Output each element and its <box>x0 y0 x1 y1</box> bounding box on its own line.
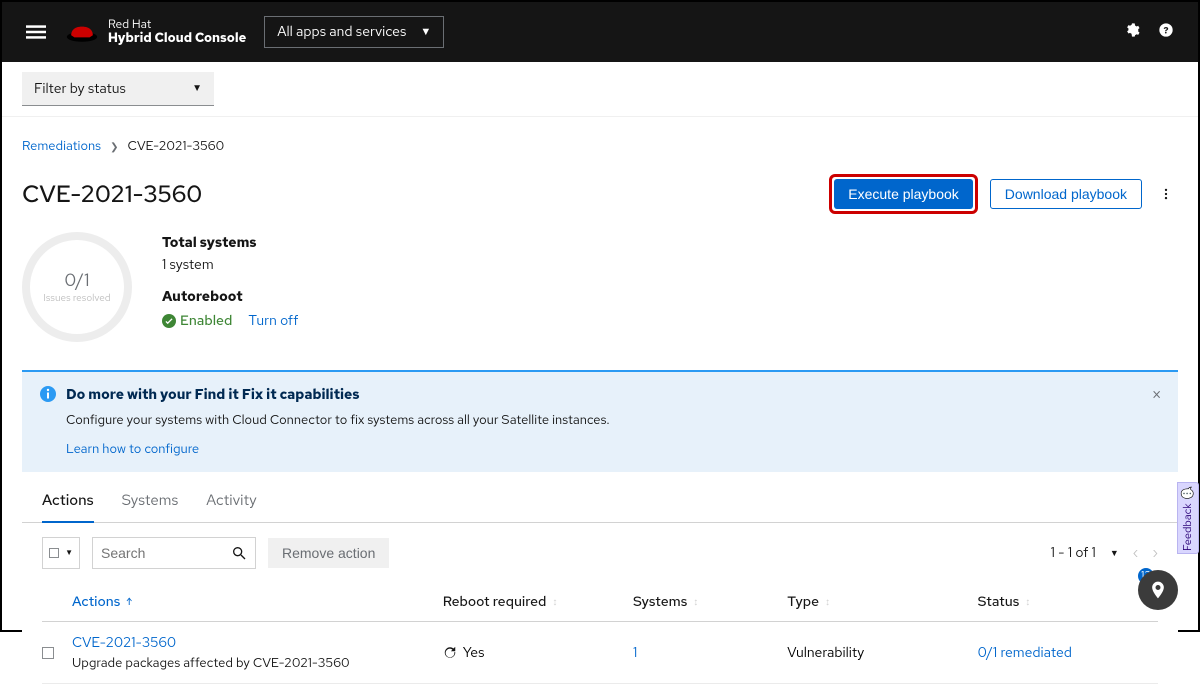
sort-icon: ↕ <box>693 596 698 609</box>
actions-toolbar: ▼ Remove action 1 - 1 of 1 ▼ ‹ › <box>22 523 1178 583</box>
remove-action-button[interactable]: Remove action <box>268 538 389 568</box>
total-systems-label: Total systems <box>162 234 298 252</box>
reboot-cell: Yes <box>443 644 623 662</box>
type-cell: Vulnerability <box>787 644 967 662</box>
info-alert: Do more with your Find it Fix it capabil… <box>22 370 1178 472</box>
masthead: Red Hat Hybrid Cloud Console All apps an… <box>2 2 1198 62</box>
caret-down-icon: ▼ <box>420 25 431 39</box>
sort-icon: ↕ <box>825 596 830 609</box>
donut-label: Issues resolved <box>43 292 110 305</box>
page-title: CVE-2021-3560 <box>22 179 202 210</box>
turn-off-link[interactable]: Turn off <box>248 312 298 330</box>
table-header: Actions↑ Reboot required↕ Systems↕ Type↕… <box>42 583 1158 622</box>
tutorial-highlight: Execute playbook <box>829 174 978 214</box>
hamburger-icon[interactable] <box>18 14 54 50</box>
prev-page-button[interactable]: ‹ <box>1133 544 1139 562</box>
pagination-range: 1 - 1 of 1 <box>1051 544 1096 562</box>
tab-actions[interactable]: Actions <box>42 490 94 522</box>
redo-icon <box>443 646 457 660</box>
header-actions: Execute playbook Download playbook <box>829 174 1178 214</box>
fedora-hat-icon <box>64 19 100 45</box>
col-actions[interactable]: Actions↑ <box>72 593 433 611</box>
breadcrumb-current: CVE-2021-3560 <box>128 137 225 154</box>
col-reboot[interactable]: Reboot required↕ <box>443 593 623 611</box>
search-input[interactable] <box>101 545 231 561</box>
svg-text:?: ? <box>1163 24 1168 36</box>
row-desc: Upgrade packages affected by CVE-2021-35… <box>72 654 433 671</box>
row-checkbox[interactable] <box>42 647 54 659</box>
alert-desc: Configure your systems with Cloud Connec… <box>66 411 1160 428</box>
progress-donut: 0/1 Issues resolved <box>22 232 132 342</box>
fab-button[interactable] <box>1138 570 1178 610</box>
apps-dropdown[interactable]: All apps and services ▼ <box>264 16 444 48</box>
info-icon <box>40 386 56 407</box>
learn-configure-link[interactable]: Learn how to configure <box>66 440 199 457</box>
filter-by-status-dropdown[interactable]: Filter by status ▼ <box>22 72 214 106</box>
filter-label: Filter by status <box>34 80 126 98</box>
enabled-status: Enabled <box>162 312 232 330</box>
download-playbook-button[interactable]: Download playbook <box>990 179 1142 209</box>
select-all-dropdown[interactable]: ▼ <box>42 537 80 569</box>
tabs: Actions Systems Activity <box>22 472 1178 523</box>
sub-toolbar: Filter by status ▼ <box>2 62 1198 117</box>
summary-details: Total systems 1 system Autoreboot Enable… <box>162 232 298 330</box>
total-systems-value: 1 system <box>162 256 298 274</box>
help-icon[interactable]: ? <box>1158 22 1174 43</box>
tab-systems[interactable]: Systems <box>122 490 179 522</box>
chevron-right-icon: ❯ <box>110 141 118 154</box>
close-icon[interactable]: × <box>1151 384 1162 407</box>
col-type[interactable]: Type↕ <box>787 593 967 611</box>
summary-row: 0/1 Issues resolved Total systems 1 syst… <box>22 232 1178 342</box>
main-content: Remediations ❯ CVE-2021-3560 CVE-2021-35… <box>2 117 1198 684</box>
table-row: CVE-2021-3560 Upgrade packages affected … <box>42 622 1158 684</box>
next-page-button[interactable]: › <box>1152 544 1158 562</box>
search-icon[interactable] <box>231 545 247 561</box>
kebab-menu[interactable] <box>1154 182 1178 206</box>
col-status[interactable]: Status↕ <box>978 593 1158 611</box>
sort-icon: ↕ <box>1025 596 1030 609</box>
actions-table: Actions↑ Reboot required↕ Systems↕ Type↕… <box>22 583 1178 684</box>
action-cell: CVE-2021-3560 Upgrade packages affected … <box>72 634 433 671</box>
search-box <box>92 537 256 569</box>
feedback-tab[interactable]: Feedback 💬 <box>1177 482 1199 554</box>
row-title-link[interactable]: CVE-2021-3560 <box>72 634 433 652</box>
status-cell[interactable]: 0/1 remediated <box>978 644 1158 662</box>
caret-down-icon: ▼ <box>192 82 202 95</box>
execute-playbook-button[interactable]: Execute playbook <box>834 179 973 209</box>
caret-down-icon: ▼ <box>65 548 73 558</box>
sort-icon: ↕ <box>552 596 557 609</box>
page-header: CVE-2021-3560 Execute playbook Download … <box>22 174 1178 214</box>
caret-down-icon[interactable]: ▼ <box>1110 547 1119 559</box>
breadcrumb-root-link[interactable]: Remediations <box>22 137 101 154</box>
autoreboot-label: Autoreboot <box>162 288 298 306</box>
brand-line2: Hybrid Cloud Console <box>108 31 246 45</box>
check-circle-icon <box>162 314 176 328</box>
pagination: 1 - 1 of 1 ▼ ‹ › <box>1051 544 1158 562</box>
apps-dropdown-label: All apps and services <box>277 23 406 41</box>
donut-count: 0/1 <box>64 269 89 292</box>
tab-activity[interactable]: Activity <box>206 490 257 522</box>
checkbox-icon <box>49 548 59 558</box>
arrow-up-icon: ↑ <box>126 596 132 609</box>
systems-cell[interactable]: 1 <box>633 644 777 662</box>
gear-icon[interactable] <box>1124 22 1140 43</box>
map-marker-icon <box>1148 580 1168 600</box>
breadcrumb: Remediations ❯ CVE-2021-3560 <box>22 137 1178 154</box>
alert-title: Do more with your Find it Fix it capabil… <box>66 386 360 404</box>
comment-icon: 💬 <box>1181 485 1195 498</box>
brand-logo[interactable]: Red Hat Hybrid Cloud Console <box>64 18 246 45</box>
col-systems[interactable]: Systems↕ <box>633 593 777 611</box>
